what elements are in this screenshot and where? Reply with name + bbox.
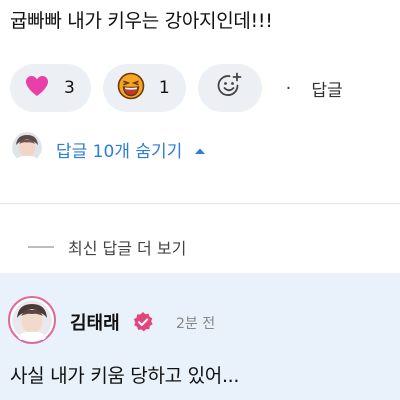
hide-replies-label: 답글 10개 숨기기 bbox=[56, 141, 183, 162]
reply-avatar[interactable] bbox=[8, 296, 56, 344]
add-reaction-button[interactable] bbox=[197, 64, 262, 112]
divider bbox=[0, 203, 400, 204]
reply-item: 김태래 2분 전 사실 내가 키움 당하고 있어... bbox=[0, 273, 400, 400]
verified-badge-icon bbox=[132, 311, 154, 337]
reply-button[interactable]: 답글 bbox=[311, 76, 342, 101]
caret-up-icon bbox=[194, 140, 206, 159]
load-more-label: 최신 답글 더 보기 bbox=[68, 239, 187, 258]
add-emoji-icon bbox=[215, 71, 245, 105]
laugh-count: 1 bbox=[158, 78, 170, 98]
comment-text: 귭빠빠 내가 키우는 강아지인데!!! bbox=[10, 10, 273, 32]
reaction-laugh-button[interactable]: 1 bbox=[102, 64, 186, 112]
reply-author[interactable]: 김태래 bbox=[70, 309, 120, 335]
reaction-bar: 3 1 · 답글 bbox=[10, 64, 343, 112]
heart-icon bbox=[24, 74, 50, 102]
avatar bbox=[12, 132, 42, 166]
separator-dot: · bbox=[285, 77, 292, 99]
laughing-face-icon bbox=[117, 72, 145, 104]
hide-replies-toggle[interactable]: 답글 10개 숨기기 bbox=[12, 132, 206, 166]
more-indicator-line bbox=[28, 246, 54, 248]
reply-text: 사실 내가 키움 당하고 있어... bbox=[10, 365, 240, 387]
reply-timestamp: 2분 전 bbox=[176, 316, 216, 332]
reaction-heart-button[interactable]: 3 bbox=[10, 64, 91, 112]
load-more-replies[interactable]: 최신 답글 더 보기 bbox=[28, 235, 186, 259]
avatar-image bbox=[12, 300, 52, 344]
heart-count: 3 bbox=[64, 78, 75, 98]
